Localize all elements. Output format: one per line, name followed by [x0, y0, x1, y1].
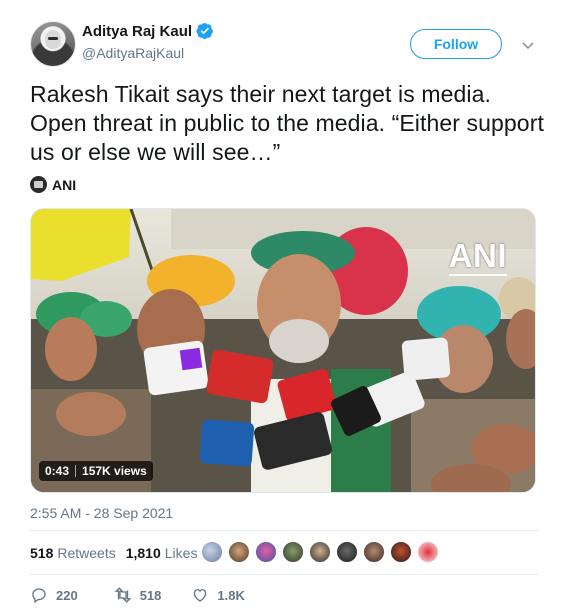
- liker-avatar[interactable]: [417, 541, 439, 563]
- likes-count: 1,810: [125, 545, 161, 561]
- liker-avatar[interactable]: [309, 541, 331, 563]
- engagement-stats: 518 Retweets 1,810 Likes: [30, 545, 197, 561]
- like-count: 1.8K: [217, 587, 245, 603]
- divider: [30, 530, 538, 531]
- reply-icon: [32, 588, 46, 604]
- divider: [30, 574, 538, 575]
- retweet-icon: [114, 587, 132, 603]
- liker-avatar[interactable]: [228, 541, 250, 563]
- liker-avatars: [201, 541, 444, 563]
- likes-stat[interactable]: 1,810 Likes: [126, 545, 198, 561]
- tweet-timestamp[interactable]: 2:55 AM - 28 Sep 2021: [30, 505, 173, 521]
- like-button[interactable]: 1.8K: [191, 586, 245, 604]
- retweets-count: 518: [30, 545, 54, 561]
- author-display-name[interactable]: Aditya Raj Kaul: [82, 23, 192, 40]
- verified-badge-icon: [196, 23, 213, 39]
- retweets-stat[interactable]: 518 Retweets: [30, 545, 116, 561]
- reply-count: 220: [56, 587, 78, 603]
- likes-label: Likes: [164, 545, 198, 561]
- chevron-down-icon[interactable]: [520, 37, 536, 53]
- heart-icon: [194, 589, 207, 602]
- author-handle[interactable]: @AdityaRajKaul: [82, 45, 184, 61]
- liker-avatar[interactable]: [363, 541, 385, 563]
- liker-avatar[interactable]: [336, 541, 358, 563]
- ani-watermark: ANI: [448, 237, 507, 276]
- liker-avatar[interactable]: [255, 541, 277, 563]
- tweet-text: Rakesh Tikait says their next target is …: [30, 81, 544, 165]
- liker-avatar[interactable]: [282, 541, 304, 563]
- retweets-label: Retweets: [57, 545, 116, 561]
- author-name-row: Aditya Raj Kaul: [82, 22, 214, 40]
- author-avatar[interactable]: [30, 21, 76, 67]
- media-source[interactable]: ANI: [30, 176, 76, 193]
- video-views: 157K views: [82, 464, 147, 478]
- video-stats-badge: 0:43 157K views: [39, 461, 153, 481]
- video-duration: 0:43: [45, 464, 70, 478]
- retweet-count: 518: [139, 587, 162, 603]
- media-source-label: ANI: [52, 176, 77, 193]
- tweet-card: Aditya Raj Kaul @AdityaRajKaul Follow Ra…: [0, 0, 568, 615]
- follow-button[interactable]: Follow: [410, 29, 502, 59]
- retweet-button[interactable]: 518: [114, 586, 162, 604]
- tweet-actions: 220 518 1.8K: [30, 586, 245, 604]
- reply-button[interactable]: 220: [30, 586, 78, 604]
- video-player[interactable]: ANI 0:43 157K views: [30, 208, 536, 493]
- liker-avatar[interactable]: [390, 541, 412, 563]
- ani-source-icon: [30, 176, 47, 193]
- liker-avatar[interactable]: [201, 541, 223, 563]
